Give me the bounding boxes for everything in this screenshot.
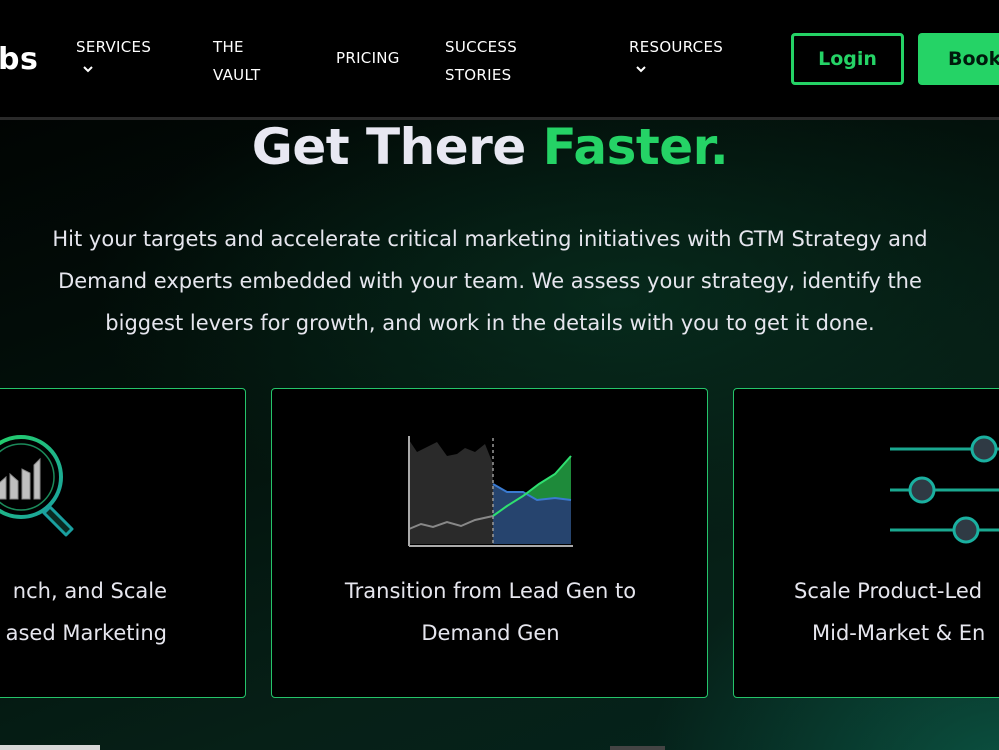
nav-item-label: SUCCESS — [445, 38, 518, 56]
nav-item-label-line2: VAULT — [213, 66, 261, 84]
card-title-line: Mid-Market & En — [812, 621, 986, 645]
chevron-down-icon — [83, 66, 93, 73]
top-nav: bs SERVICES THE VAULT PRICING SUCCESS ST… — [0, 0, 999, 117]
service-card-product-led[interactable]: Scale Product-Led Mid-Market & En — [733, 388, 999, 698]
subtext-line: Hit your targets and accelerate critical… — [52, 227, 928, 251]
nav-item-label: PRICING — [336, 49, 400, 67]
headline-green: Faster. — [542, 118, 729, 176]
card-title-line: ased Marketing — [5, 621, 167, 645]
sliders-icon — [890, 435, 999, 544]
nav-item-label: SERVICES — [76, 38, 152, 56]
scroll-indicator — [0, 745, 100, 750]
login-button[interactable]: Login — [791, 33, 904, 85]
card-title: Transition from Lead Gen to Demand Gen — [272, 570, 709, 654]
nav-item-the-vault[interactable]: THE VAULT — [213, 33, 261, 89]
page: bs SERVICES THE VAULT PRICING SUCCESS ST… — [0, 0, 999, 750]
headline-white: Get There — [251, 118, 543, 176]
area-chart-icon — [408, 436, 573, 547]
card-title-line: nch, and Scale — [12, 579, 167, 603]
nav-item-label: RESOURCES — [629, 38, 724, 56]
service-card-demand-gen[interactable]: Transition from Lead Gen to Demand Gen — [271, 388, 708, 698]
nav-item-label-line2: STORIES — [445, 66, 512, 84]
card-title: Scale Product-Led Mid-Market & En — [794, 570, 985, 654]
book-button[interactable]: Book — [918, 33, 999, 85]
card-title: nch, and Scale ased Marketing — [6, 570, 167, 654]
nav-item-success-stories[interactable]: SUCCESS STORIES — [445, 33, 517, 89]
subtext-line: Demand experts embedded with your team. … — [58, 269, 922, 293]
nav-item-resources[interactable]: RESOURCES — [629, 33, 723, 75]
chevron-down-icon — [636, 66, 646, 73]
scroll-indicator-secondary — [610, 746, 665, 750]
card-title-line: Scale Product-Led — [794, 579, 983, 603]
logo[interactable]: bs — [0, 42, 38, 77]
service-card-scale[interactable]: nch, and Scale ased Marketing — [0, 388, 246, 698]
magnifier-chart-icon — [0, 435, 74, 537]
card-title-line: Transition from Lead Gen to — [344, 579, 637, 603]
nav-item-pricing[interactable]: PRICING — [336, 44, 400, 72]
subtext-line: biggest levers for growth, and work in t… — [105, 311, 875, 335]
nav-item-services[interactable]: SERVICES — [76, 33, 151, 75]
hero-headline: Get There Faster. — [0, 118, 980, 176]
card-title-line: Demand Gen — [421, 621, 560, 645]
nav-item-label: THE — [213, 38, 244, 56]
hero-subtext: Hit your targets and accelerate critical… — [0, 218, 990, 344]
